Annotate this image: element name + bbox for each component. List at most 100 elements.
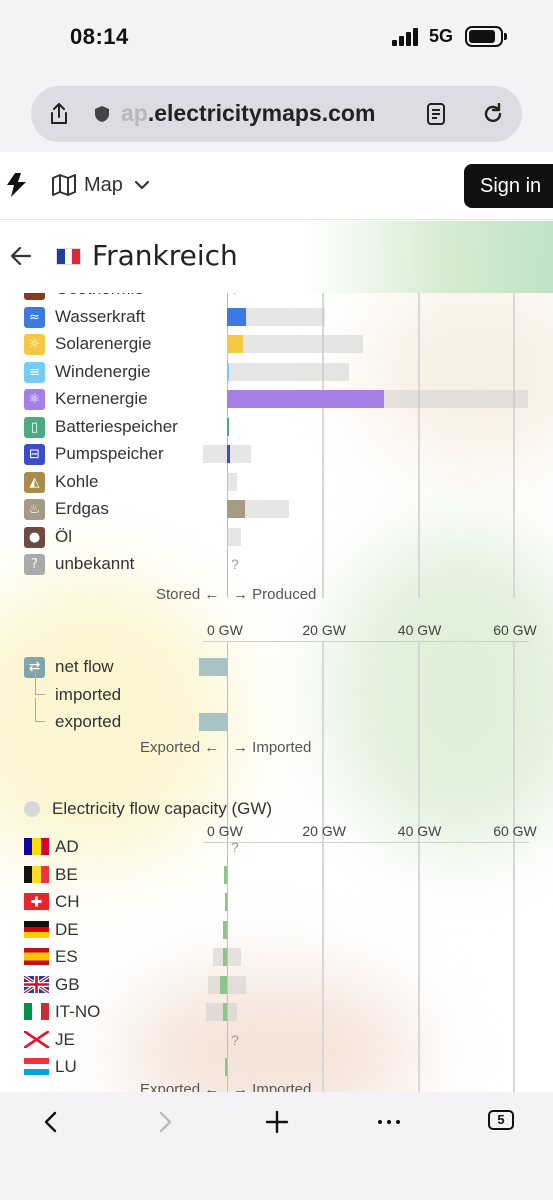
flow-capacity-axis-tick: 40 GW xyxy=(397,823,442,839)
net-flow-axis-tick: 60 GW xyxy=(493,622,537,638)
flow-zone-label[interactable]: DE xyxy=(55,920,79,940)
production-row-label: unbekannt xyxy=(55,554,135,573)
new-tab-icon[interactable] xyxy=(265,1110,289,1134)
unknown-value-icon: ? xyxy=(231,556,239,572)
flow-zone-label[interactable]: CH xyxy=(55,892,80,912)
production-row-label: Kernenergie xyxy=(55,389,148,408)
production-row-label: Öl xyxy=(55,526,72,546)
sign-in-button[interactable]: Sign in xyxy=(464,164,553,208)
network-type: 5G xyxy=(429,26,454,46)
production-gridline xyxy=(513,293,516,598)
net-flow-axis-line xyxy=(203,641,529,642)
imported-direction-label: → Imported xyxy=(233,1080,312,1093)
wind-icon: ≡ xyxy=(24,361,45,383)
back-arrow-icon[interactable] xyxy=(10,245,32,267)
flow-capacity-gridline xyxy=(513,843,516,1092)
flow-capacity-gridline xyxy=(322,843,325,1092)
belgium-flag-icon xyxy=(24,865,49,883)
net-flow-sub-label: imported xyxy=(55,684,122,704)
exported-direction-label: Exported ← xyxy=(140,1080,220,1093)
flow-zone-label[interactable]: JE xyxy=(55,1030,75,1050)
web-page: Map Sign in Frankreich ≋ Geothermie? ≈ Wass… xyxy=(0,152,553,1092)
unknown-icon: ? xyxy=(24,554,45,575)
capacity-bar xyxy=(227,335,363,353)
share-icon[interactable] xyxy=(48,102,70,126)
country-header: Frankreich xyxy=(0,221,553,293)
electricity-maps-logo-icon[interactable] xyxy=(6,172,30,198)
production-row-label: Kohle xyxy=(55,471,99,491)
flow-zone-label[interactable]: ES xyxy=(55,947,78,967)
battery-icon xyxy=(465,26,507,47)
hydro-icon: ≈ xyxy=(24,306,45,328)
forward-icon[interactable] xyxy=(152,1110,176,1134)
flow-bar[interactable] xyxy=(224,865,227,884)
imported-direction-label: → Imported xyxy=(233,738,312,756)
flow-zone-label[interactable]: IT-NO xyxy=(55,1002,100,1022)
flow-zone-label[interactable]: LU xyxy=(55,1057,77,1077)
flow-zone-label[interactable]: GB xyxy=(55,975,80,995)
production-gridline xyxy=(417,293,420,598)
flow-bar[interactable] xyxy=(224,893,227,911)
url-text[interactable]: ap.electricitymaps.com xyxy=(121,100,375,127)
production-bar[interactable] xyxy=(227,417,229,436)
production-bar[interactable] xyxy=(227,307,246,326)
map-nav-label[interactable]: Map xyxy=(84,174,123,197)
status-bar: 08:14 5G xyxy=(0,0,553,76)
nuclear-icon: ⚛ xyxy=(24,389,45,410)
flow-zone-label[interactable]: BE xyxy=(55,865,78,885)
production-row-label: Geothermie xyxy=(55,293,144,299)
solar-icon: ☼ xyxy=(24,334,45,355)
produced-label: → Produced xyxy=(233,585,317,603)
signal-icon xyxy=(392,28,422,46)
back-icon[interactable] xyxy=(40,1110,64,1134)
breakdown-content: ≋ Geothermie? ≈ Wasserkraft ☼ Solarenergie ≡ Wi… xyxy=(0,293,553,1092)
reload-icon[interactable] xyxy=(482,103,504,125)
net-flow-axis-tick: 0 GW xyxy=(207,622,243,638)
flow-bar[interactable] xyxy=(223,920,227,939)
tree-connector xyxy=(35,670,45,695)
flow-capacity-bar xyxy=(212,948,242,966)
production-bar[interactable] xyxy=(227,390,385,408)
unknown-value-icon: ? xyxy=(231,1031,239,1048)
chevron-down-icon[interactable] xyxy=(134,179,150,191)
tree-connector xyxy=(35,698,45,722)
switzerland-flag-icon xyxy=(24,893,49,910)
url-bar[interactable]: ap.electricitymaps.com xyxy=(31,86,522,142)
flow-capacity-bar xyxy=(207,975,247,994)
flow-bar[interactable] xyxy=(222,1003,227,1021)
production-bar[interactable] xyxy=(227,445,230,463)
unknown-value-icon: ? xyxy=(231,839,239,855)
info-dot-icon[interactable] xyxy=(24,801,40,817)
jersey-flag-icon xyxy=(24,1030,49,1048)
flow-zone-label[interactable]: AD xyxy=(55,837,79,857)
map-icon[interactable] xyxy=(52,174,76,196)
shield-icon[interactable] xyxy=(94,105,110,123)
spain-flag-icon xyxy=(24,948,49,965)
stored-label: Stored ← xyxy=(156,585,220,603)
flow-bar[interactable] xyxy=(225,1058,227,1076)
flow-capacity-gridline xyxy=(417,843,420,1092)
unknown-value-icon: ? xyxy=(231,293,239,297)
tabs-button[interactable]: 5 xyxy=(488,1110,514,1130)
production-bar[interactable] xyxy=(227,362,230,381)
battery-storage-icon: ▯ xyxy=(24,416,45,438)
exported-direction-label: Exported ← xyxy=(140,738,220,756)
net-flow-label: net flow xyxy=(55,657,114,676)
luxembourg-flag-icon xyxy=(24,1058,49,1075)
pumped-storage-icon: ⊟ xyxy=(24,444,45,465)
flow-bar[interactable] xyxy=(222,948,227,966)
production-bar[interactable] xyxy=(227,500,245,518)
andorra-flag-icon xyxy=(24,838,49,855)
flow-bar[interactable] xyxy=(219,975,227,994)
production-bar[interactable] xyxy=(227,335,244,353)
reader-icon[interactable] xyxy=(427,103,445,125)
production-row-label: Pumpspeicher xyxy=(55,444,164,463)
production-row-label: Batteriespeicher xyxy=(55,416,178,436)
production-row-label: Erdgas xyxy=(55,499,109,518)
italy-flag-icon xyxy=(24,1003,49,1020)
net-flow-bar[interactable] xyxy=(199,658,227,676)
exported-bar[interactable] xyxy=(199,713,227,731)
browser-toolbar: 5 xyxy=(0,1092,553,1200)
net-flow-sub-label: exported xyxy=(55,712,122,731)
more-icon[interactable] xyxy=(377,1110,401,1134)
